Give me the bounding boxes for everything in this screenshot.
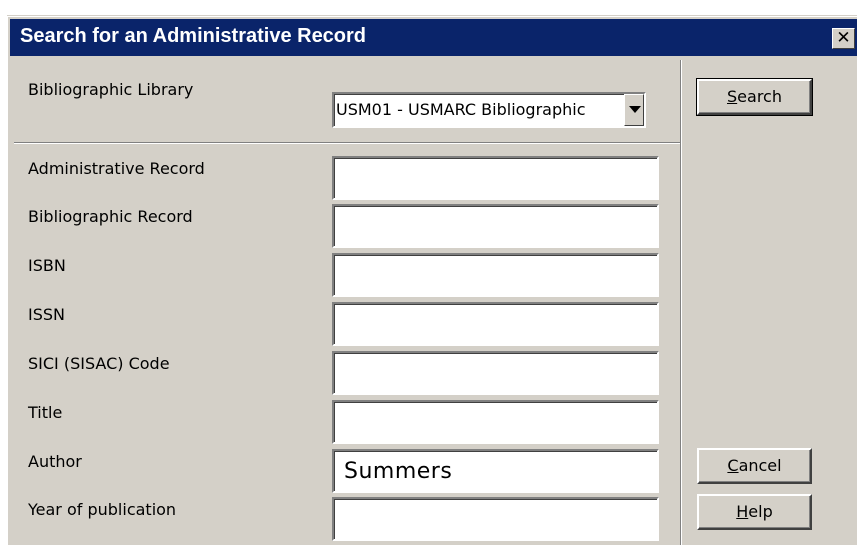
help-mnemonic: H <box>736 502 749 521</box>
bibliographic-library-label: Bibliographic Library <box>28 80 194 99</box>
isbn-label: ISBN <box>28 256 66 275</box>
issn-field[interactable] <box>332 302 659 346</box>
vertical-separator <box>680 60 682 545</box>
cancel-button-label: ancel <box>738 456 782 475</box>
bibliographic-library-value: USM01 - USMARC Bibliographic <box>336 100 586 119</box>
bibliographic-library-select[interactable]: USM01 - USMARC Bibliographic <box>332 92 646 128</box>
sici-code-field[interactable] <box>332 351 659 395</box>
search-admin-record-dialog: Search for an Administrative Record ✕ Bi… <box>7 15 857 545</box>
administrative-record-label: Administrative Record <box>28 159 205 178</box>
title-bar: Search for an Administrative Record ✕ <box>10 19 857 56</box>
dialog-title: Search for an Administrative Record <box>20 25 367 47</box>
close-button[interactable]: ✕ <box>832 28 855 49</box>
close-icon: ✕ <box>836 28 851 48</box>
title-label: Title <box>28 403 63 422</box>
help-button[interactable]: Help <box>697 494 812 530</box>
search-button[interactable]: Search <box>696 78 813 116</box>
administrative-record-field[interactable] <box>332 156 659 200</box>
bibliographic-record-field[interactable] <box>332 204 659 248</box>
sici-code-label: SICI (SISAC) Code <box>28 354 170 373</box>
isbn-field[interactable] <box>332 253 659 297</box>
bibliographic-record-label: Bibliographic Record <box>28 207 193 226</box>
issn-label: ISSN <box>28 305 65 324</box>
year-of-publication-label: Year of publication <box>28 500 177 519</box>
help-button-label: elp <box>748 502 773 521</box>
horizontal-separator <box>14 142 680 144</box>
cancel-mnemonic: C <box>727 456 739 475</box>
search-mnemonic: S <box>727 87 738 106</box>
year-of-publication-field[interactable] <box>332 497 659 541</box>
search-button-label: earch <box>737 87 782 106</box>
cancel-button[interactable]: Cancel <box>697 448 812 484</box>
title-field[interactable] <box>332 400 659 444</box>
dropdown-arrow-button[interactable] <box>624 94 644 126</box>
author-label: Author <box>28 452 82 471</box>
author-field[interactable]: Summers <box>332 449 659 493</box>
